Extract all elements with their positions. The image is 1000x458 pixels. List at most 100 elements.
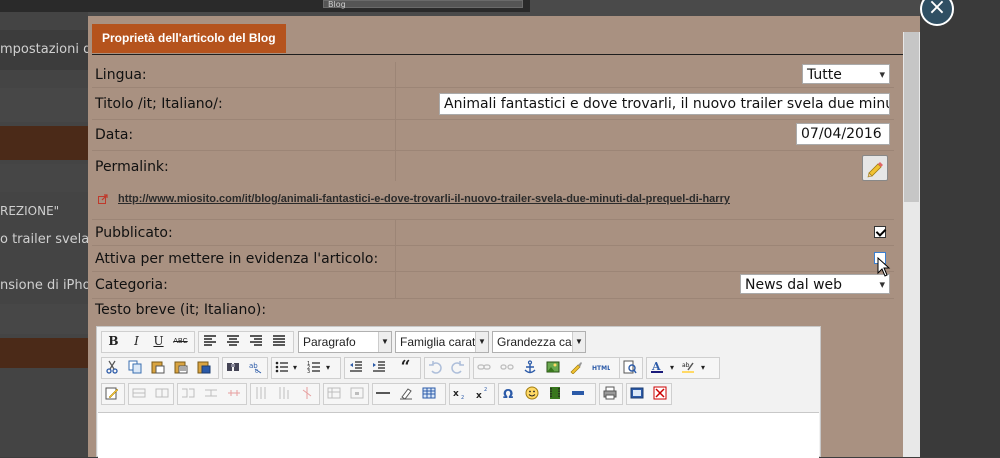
data-row: Data: 07/04/2016 xyxy=(92,120,894,151)
bold-button[interactable]: B xyxy=(103,331,124,352)
background-color-icon[interactable]: ab xyxy=(681,360,695,374)
permalink-link[interactable]: http://www.miosito.com/it/blog/animali-f… xyxy=(118,193,730,205)
text-color-icon[interactable]: A xyxy=(650,360,664,374)
font-size-dropdown[interactable]: Grandezza car ▼ xyxy=(492,331,586,353)
table-split-icon[interactable] xyxy=(204,386,218,400)
pubblicato-checkbox[interactable] xyxy=(874,226,886,238)
background-right xyxy=(920,0,1000,457)
edit-permalink-button[interactable] xyxy=(862,155,888,181)
outdent-icon[interactable] xyxy=(349,360,363,374)
blog-properties-dialog: Proprietà dell'articolo del Blog Lingua:… xyxy=(88,16,920,458)
italic-button[interactable]: I xyxy=(126,331,147,352)
categoria-select-value: News dal web xyxy=(745,277,843,293)
pubblicato-label: Pubblicato: xyxy=(95,225,173,241)
dialog-scrollbar[interactable] xyxy=(903,32,920,457)
link-icon[interactable] xyxy=(477,360,491,374)
svg-text:c: c xyxy=(255,368,258,374)
svg-text:3: 3 xyxy=(307,369,310,374)
print-icon[interactable] xyxy=(603,386,617,400)
align-center-icon[interactable] xyxy=(226,334,240,348)
format-dropdown[interactable]: Paragrafo ▼ xyxy=(298,331,392,353)
html-source-icon[interactable]: HTML xyxy=(592,360,610,374)
blockquote-icon[interactable]: “ xyxy=(395,357,416,378)
lingua-select-value: Tutte xyxy=(807,67,842,83)
align-left-icon[interactable] xyxy=(203,334,217,348)
chevron-down-icon[interactable]: ▾ xyxy=(667,357,677,378)
mouse-cursor-icon xyxy=(877,257,891,277)
find-icon[interactable] xyxy=(226,360,240,374)
redo-icon[interactable] xyxy=(451,360,465,374)
delete-col-icon[interactable] xyxy=(300,386,314,400)
dialog-title-tab[interactable]: Proprietà dell'articolo del Blog xyxy=(92,24,286,53)
paste-text-icon[interactable] xyxy=(174,360,188,374)
permalink-label: Permalink: xyxy=(95,159,169,175)
chevron-down-icon[interactable]: ▾ xyxy=(290,357,300,378)
data-input[interactable]: 07/04/2016 xyxy=(796,123,890,145)
image-icon[interactable] xyxy=(546,360,560,374)
media-icon[interactable] xyxy=(548,386,562,400)
table-cell-icon[interactable] xyxy=(181,386,195,400)
edit-document-icon[interactable] xyxy=(105,386,119,400)
chevron-down-icon[interactable]: ▾ xyxy=(323,357,333,378)
insert-col-after-icon[interactable] xyxy=(277,386,291,400)
replace-icon[interactable]: abc xyxy=(249,360,263,374)
background-row: o trailer svela xyxy=(0,232,88,247)
emoticon-icon[interactable] xyxy=(525,386,539,400)
horizontal-rule-icon[interactable] xyxy=(376,386,390,400)
external-link-icon xyxy=(98,194,108,204)
toolbar-row-1: B I U ABC Paragrafo ▼ Famiglia caratt ▼ Gr… xyxy=(101,331,821,353)
preview-icon[interactable] xyxy=(623,360,637,374)
cleanup-icon[interactable] xyxy=(569,360,583,374)
pdf-icon[interactable] xyxy=(653,386,667,400)
editor-content-area[interactable] xyxy=(98,412,819,458)
bullet-list-icon[interactable] xyxy=(275,360,289,374)
numbered-list-icon[interactable]: 123 xyxy=(307,360,321,374)
table-icon[interactable] xyxy=(422,386,436,400)
background-row xyxy=(0,164,88,192)
strikethrough-button[interactable]: ABC xyxy=(170,331,191,352)
insert-col-icon[interactable] xyxy=(254,386,268,400)
svg-text:x: x xyxy=(453,389,459,399)
lingua-row: Lingua: Tutte ▾ xyxy=(92,62,894,88)
svg-text:2: 2 xyxy=(461,395,464,400)
delete-row-icon[interactable] xyxy=(155,386,169,400)
superscript-icon[interactable]: x2 xyxy=(476,386,490,400)
copy-icon[interactable] xyxy=(128,360,142,374)
chevron-down-icon: ▾ xyxy=(879,68,885,81)
undo-icon[interactable] xyxy=(428,360,442,374)
background-topbar-field: Blog xyxy=(323,0,523,9)
underline-button[interactable]: U xyxy=(148,331,169,352)
lingua-select[interactable]: Tutte ▾ xyxy=(802,64,890,84)
subscript-icon[interactable]: x2 xyxy=(453,386,467,400)
background-row: mpostazioni d xyxy=(0,30,88,70)
fullscreen-icon[interactable] xyxy=(630,386,644,400)
align-right-icon[interactable] xyxy=(249,334,263,348)
align-justify-icon[interactable] xyxy=(272,334,286,348)
cut-icon[interactable] xyxy=(105,360,119,374)
anchor-icon[interactable] xyxy=(523,360,537,374)
svg-text:HTML: HTML xyxy=(592,365,610,372)
lingua-label: Lingua: xyxy=(95,67,147,83)
unlink-icon[interactable] xyxy=(500,360,514,374)
background-topbar: Blog xyxy=(0,0,530,12)
categoria-select[interactable]: News dal web ▾ xyxy=(740,274,890,294)
categoria-row: Categoria: News dal web ▾ xyxy=(92,272,894,299)
titolo-input[interactable]: Animali fantastici e dove trovarli, il n… xyxy=(439,93,890,115)
scrollbar-thumb[interactable] xyxy=(904,32,919,202)
remove-format-icon[interactable] xyxy=(399,386,413,400)
table-merge-icon[interactable] xyxy=(227,386,241,400)
special-char-icon[interactable]: Ω xyxy=(502,386,516,400)
pubblicato-row: Pubblicato: xyxy=(92,220,894,246)
insert-row-icon[interactable] xyxy=(132,386,146,400)
cell-props-icon[interactable] xyxy=(350,386,364,400)
font-family-dropdown[interactable]: Famiglia caratt ▼ xyxy=(395,331,489,353)
paste-word-icon[interactable] xyxy=(197,360,211,374)
chevron-down-icon[interactable]: ▾ xyxy=(698,357,708,378)
background-row xyxy=(0,338,88,368)
page-break-icon[interactable] xyxy=(571,386,585,400)
paste-icon[interactable] xyxy=(151,360,165,374)
data-label: Data: xyxy=(95,127,134,143)
indent-icon[interactable] xyxy=(372,360,386,374)
background-row xyxy=(0,88,88,122)
table-props-icon[interactable] xyxy=(327,386,341,400)
